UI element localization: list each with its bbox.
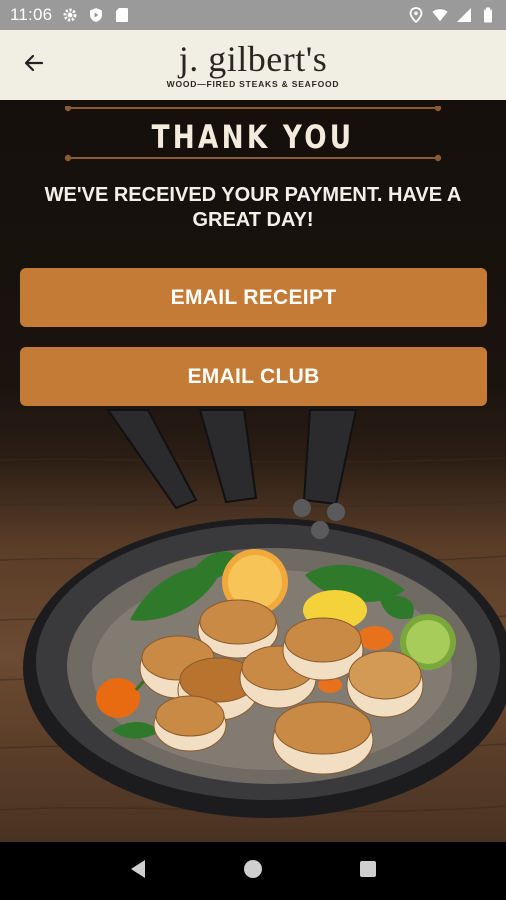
app-header: j. gilbert's WOOD—FIRED STEAKS & SEAFOOD — [0, 30, 506, 100]
scallops-pan-image — [23, 409, 506, 818]
back-button[interactable] — [14, 48, 54, 82]
shield-icon — [88, 7, 104, 23]
nav-back-button[interactable] — [118, 851, 158, 891]
status-time: 11:06 — [10, 5, 53, 24]
arrow-left-icon — [22, 51, 46, 80]
wifi-icon — [432, 7, 448, 23]
main-content: THANK YOU WE'VE RECEIVED YOUR PAYMENT. H… — [0, 100, 506, 842]
nav-home-button[interactable] — [233, 851, 273, 891]
email-receipt-button[interactable]: EMAIL RECEIPT — [20, 268, 487, 327]
logo-name: j. gilbert's — [178, 39, 328, 80]
back-triangle-icon — [129, 859, 147, 884]
sd-card-icon — [114, 7, 130, 23]
page-title: THANK YOU — [151, 118, 355, 156]
signal-icon — [456, 7, 472, 23]
home-circle-icon — [243, 859, 263, 884]
brand-logo: j. gilbert's WOOD—FIRED STEAKS & SEAFOOD — [167, 41, 340, 89]
battery-icon — [480, 7, 496, 23]
logo-tagline: WOOD—FIRED STEAKS & SEAFOOD — [166, 79, 340, 90]
recents-square-icon — [359, 860, 377, 883]
status-bar: 11:06 — [0, 0, 506, 30]
email-club-button[interactable]: EMAIL CLUB — [20, 347, 487, 406]
thank-you-banner: THANK YOU — [64, 106, 442, 162]
nav-recents-button[interactable] — [348, 851, 388, 891]
confirmation-message: WE'VE RECEIVED YOUR PAYMENT. HAVE A GREA… — [44, 184, 462, 231]
gear-icon — [62, 7, 78, 23]
location-icon — [408, 7, 424, 23]
system-nav-bar — [0, 842, 506, 900]
